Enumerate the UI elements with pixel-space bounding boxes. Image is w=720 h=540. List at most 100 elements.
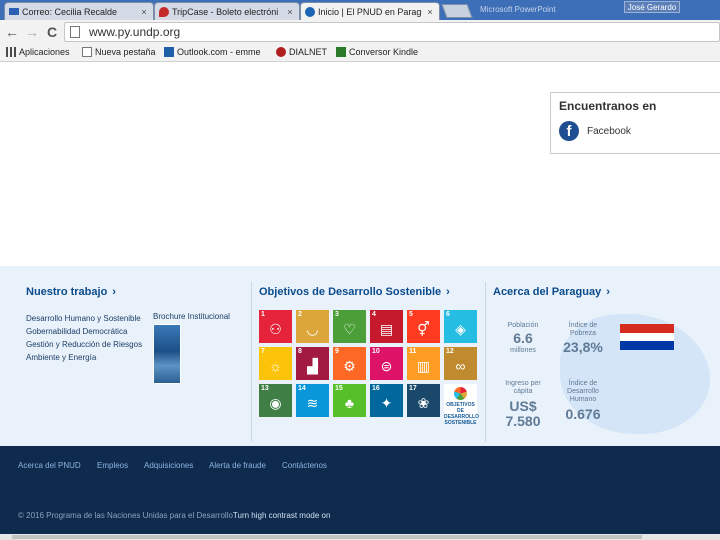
copyright-text: © 2016 Programa de las Naciones Unidas p… xyxy=(18,511,330,520)
heading-label: Nuestro trabajo xyxy=(26,286,108,298)
sdg-goal-8[interactable]: 8 ▟ xyxy=(296,347,329,380)
ingreso-currency: US$ xyxy=(509,398,537,414)
bookmark-label: Aplicaciones xyxy=(19,47,70,57)
undp-favicon xyxy=(305,6,315,17)
bookmarks-bar: Aplicaciones Nueva pestaña Outlook.com -… xyxy=(0,44,720,62)
bookmark-label: Conversor Kindle xyxy=(349,47,419,57)
sdg-goal-10[interactable]: 10 ⊜ xyxy=(370,347,403,380)
window-title: Microsoft PowerPoint xyxy=(480,5,556,14)
sdg-goal-icon: ◉ xyxy=(269,395,282,411)
paraguay-flag xyxy=(620,324,674,350)
ingreso-value: 7.580 xyxy=(505,413,541,429)
new-tab-button[interactable] xyxy=(441,4,473,18)
sdg-goal-15[interactable]: 15 ♣ xyxy=(333,384,366,417)
dialnet-icon xyxy=(276,47,286,57)
tab-label: TripCase - Boleto electróni xyxy=(172,6,279,17)
bookmark-kindle[interactable]: Conversor Kindle xyxy=(336,47,418,57)
tab-tripcase[interactable]: TripCase - Boleto electróni × xyxy=(154,2,300,20)
copyright-label: © 2016 Programa de las Naciones Unidas p… xyxy=(18,511,233,520)
facebook-link[interactable]: Facebook xyxy=(587,126,631,137)
footer-link-acerca[interactable]: Acerca del PNUD xyxy=(18,461,81,470)
outlook-icon xyxy=(164,47,174,57)
brochure-thumbnail[interactable] xyxy=(153,324,181,384)
sdg-goal-icon: ⚇ xyxy=(269,321,282,337)
sdg-goal-2[interactable]: 2 ◡ xyxy=(296,310,329,343)
footer-link-empleos[interactable]: Empleos xyxy=(97,461,128,470)
sdg-goal-11[interactable]: 11 ▥ xyxy=(407,347,440,380)
sdg-goal-5[interactable]: 5 ⚥ xyxy=(407,310,440,343)
sdg-goal-number: 11 xyxy=(409,348,417,355)
reload-button[interactable]: C xyxy=(44,24,60,40)
paraguay-heading[interactable]: Acerca del Paraguay › xyxy=(493,286,610,298)
heading-label: Acerca del Paraguay xyxy=(493,286,602,298)
brochure-link[interactable]: Brochure Institucional xyxy=(153,312,230,321)
mail-icon xyxy=(9,8,19,15)
user-profile-button[interactable]: José Gerardo xyxy=(624,1,680,13)
page-icon xyxy=(70,26,80,38)
sdg-goal-12[interactable]: 12 ∞ xyxy=(444,347,477,380)
tab-correo[interactable]: Correo: Cecilia Recalde × xyxy=(4,2,154,20)
high-contrast-link[interactable]: Turn high contrast mode on xyxy=(233,511,331,520)
flag-stripe-red xyxy=(620,324,674,333)
tab-label: Correo: Cecilia Recalde xyxy=(22,6,118,17)
bookmark-nueva-pestana[interactable]: Nueva pestaña xyxy=(82,47,156,57)
sdg-goal-number: 5 xyxy=(409,311,413,318)
sdg-goal-16[interactable]: 16 ✦ xyxy=(370,384,403,417)
footer-link-contacto[interactable]: Contáctenos xyxy=(282,461,327,470)
sdg-goal-icon: ◡ xyxy=(306,321,319,337)
sdg-goal-1[interactable]: 1 ⚇ xyxy=(259,310,292,343)
address-bar[interactable]: www.py.undp.org xyxy=(64,22,720,42)
sdg-goal-icon: ◈ xyxy=(455,321,466,337)
browser-toolbar: ← → C www.py.undp.org xyxy=(0,20,720,44)
pobreza-label: Índice de Pobreza xyxy=(568,322,598,337)
sdg-goal-icon: ✦ xyxy=(380,395,393,411)
sdg-goal-14[interactable]: 14 ≋ xyxy=(296,384,329,417)
sdg-goal-number: 4 xyxy=(372,311,376,318)
sdg-logo-text: OBJETIVOS DE DESARROLLO SOSTENIBLE xyxy=(444,402,479,426)
chevron-right-icon: › xyxy=(446,286,450,298)
ods-heading[interactable]: Objetivos de Desarrollo Sostenible › xyxy=(259,286,450,298)
nuestro-trabajo-heading[interactable]: Nuestro trabajo › xyxy=(26,286,116,298)
heading-label: Objetivos de Desarrollo Sostenible xyxy=(259,286,442,298)
sdg-goal-icon: ⚙ xyxy=(343,358,356,374)
forward-button[interactable]: → xyxy=(24,24,40,40)
sdg-goal-icon: ⊜ xyxy=(380,358,393,374)
sdg-goal-3[interactable]: 3 ♡ xyxy=(333,310,366,343)
sdg-logo[interactable]: OBJETIVOS DE DESARROLLO SOSTENIBLE xyxy=(444,384,479,426)
poblacion-value: 6.6 xyxy=(513,330,533,346)
sdg-goal-number: 1 xyxy=(261,311,265,318)
idh-value: 0.676 xyxy=(565,406,601,422)
sdg-goal-number: 10 xyxy=(372,348,380,355)
apps-icon xyxy=(6,47,16,57)
kindle-icon xyxy=(336,47,346,57)
sdg-goal-7[interactable]: 7 ☼ xyxy=(259,347,292,380)
bookmark-dialnet[interactable]: DIALNET xyxy=(276,47,327,57)
sdg-goal-4[interactable]: 4 ▤ xyxy=(370,310,403,343)
close-icon[interactable]: × xyxy=(425,7,435,17)
back-button[interactable]: ← xyxy=(4,24,20,40)
tab-pnud[interactable]: Inicio | El PNUD en Paraguay × xyxy=(300,2,440,20)
sdg-goal-13[interactable]: 13 ◉ xyxy=(259,384,292,417)
horizontal-scrollbar[interactable] xyxy=(0,534,720,540)
bookmark-aplicaciones[interactable]: Aplicaciones xyxy=(6,47,70,57)
sdg-goal-6[interactable]: 6 ◈ xyxy=(444,310,477,343)
scrollbar-thumb[interactable] xyxy=(12,535,642,539)
close-icon[interactable]: × xyxy=(139,7,149,17)
sdg-goal-17[interactable]: 17 ❀ xyxy=(407,384,440,417)
bookmark-outlook[interactable]: Outlook.com - emme xyxy=(164,47,261,57)
footer-link-fraude[interactable]: Alerta de fraude xyxy=(209,461,266,470)
close-icon[interactable]: × xyxy=(285,7,295,17)
sdg-goal-9[interactable]: 9 ⚙ xyxy=(333,347,366,380)
sdg-goal-number: 8 xyxy=(298,348,302,355)
facebook-icon[interactable]: f xyxy=(559,121,579,141)
work-link-desarrollo[interactable]: Desarrollo Humano y Sostenible xyxy=(26,314,141,323)
work-link-gobernabilidad[interactable]: Gobernabilidad Democrática xyxy=(26,327,127,336)
column-divider xyxy=(251,282,252,442)
work-link-riesgos[interactable]: Gestión y Reducción de Riesgos xyxy=(26,340,142,349)
sdg-goal-icon: ≋ xyxy=(306,395,319,411)
sdg-grid: OBJETIVOS DE DESARROLLO SOSTENIBLE 1 ⚇ 2 ◡ 3… xyxy=(259,310,479,426)
footer-link-adquisiciones[interactable]: Adquisiciones xyxy=(144,461,193,470)
sdg-goal-icon: ▤ xyxy=(379,321,394,337)
sdg-goal-number: 9 xyxy=(335,348,339,355)
work-link-ambiente[interactable]: Ambiente y Energía xyxy=(26,353,96,362)
